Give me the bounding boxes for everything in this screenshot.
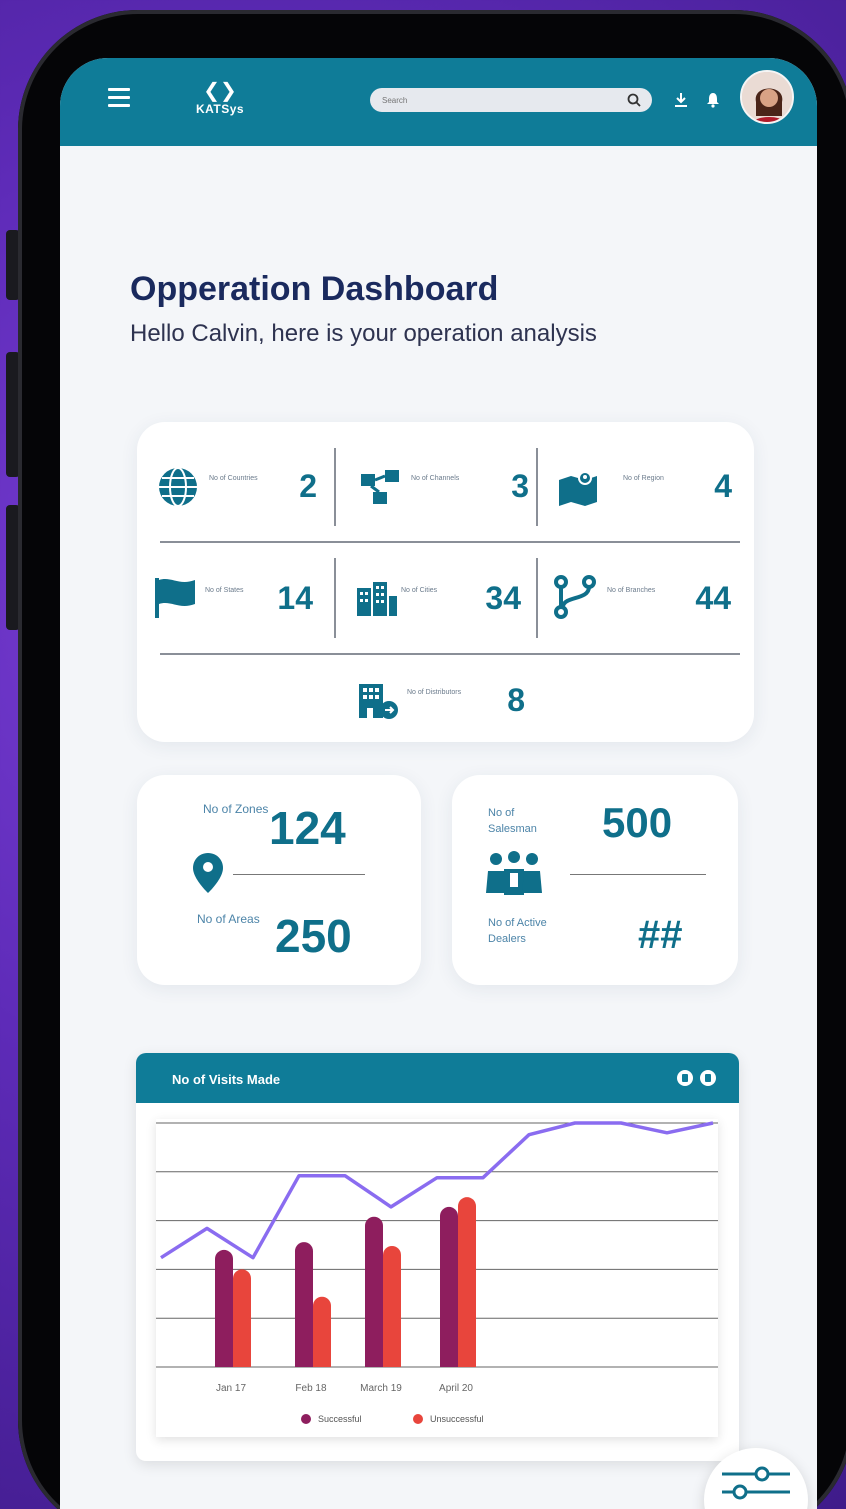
stat-states[interactable]: No of States 14: [153, 564, 343, 634]
page-title: Opperation Dashboard: [130, 270, 499, 308]
stat-region[interactable]: No of Region 4: [557, 452, 742, 522]
legend-marker: [413, 1414, 423, 1424]
legend-label: Unsuccessful: [430, 1414, 484, 1424]
chart-bar: [215, 1249, 233, 1367]
legend-label: Successful: [318, 1414, 362, 1424]
stat-label: No of States: [205, 587, 244, 594]
top-bar: ❮❯ KATSys: [60, 58, 817, 146]
logo-mark-icon: ❮❯: [203, 80, 237, 102]
stat-value: 14: [277, 580, 313, 616]
chart-bar-base: [295, 1357, 313, 1367]
team-icon: [486, 851, 542, 895]
stat-label: No of Distributors: [407, 689, 462, 696]
chart-bar-base: [365, 1357, 383, 1367]
visits-chart: Jan 17 Feb 18 March 19 April 20 Successful Un…: [156, 1121, 718, 1424]
chart-bar: [383, 1245, 401, 1367]
salesman-dealers-card[interactable]: No of Salesman 500 No of Active Dealers …: [452, 775, 738, 985]
chart-header: No of Visits Made: [136, 1053, 739, 1103]
x-tick-label: Jan 17: [216, 1383, 246, 1394]
city-icon: [357, 582, 397, 616]
app-screen: ❮❯ KATSys Opperation Da: [60, 58, 817, 1509]
stat-channels[interactable]: No of Channels 3: [359, 452, 549, 522]
stat-countries[interactable]: No of Countries 2: [157, 452, 347, 522]
zones-label: No of Zones: [203, 802, 269, 816]
chart-bar-base: [313, 1357, 331, 1367]
chart-bar-base: [233, 1357, 251, 1367]
salesman-label: No of Salesman: [488, 807, 537, 835]
chart-title: No of Visits Made: [172, 1072, 281, 1087]
zones-areas-card[interactable]: No of Zones 124 No of Areas 250: [137, 775, 421, 985]
stat-value: 3: [511, 468, 529, 504]
user-avatar[interactable]: [740, 70, 794, 124]
divider: [160, 653, 740, 655]
stat-branches[interactable]: No of Branches 44: [553, 564, 741, 634]
stat-value: 4: [714, 468, 732, 504]
chart-bar-base: [215, 1357, 233, 1367]
overview-stats-card: No of Countries 2 No of Channels 3 No of…: [137, 422, 754, 742]
filter-sliders-icon: [722, 1466, 790, 1500]
search-bar[interactable]: [370, 88, 652, 112]
x-tick-label: April 20: [439, 1383, 473, 1394]
branch-icon: [554, 575, 596, 619]
chart-bar: [313, 1296, 331, 1367]
channels-icon: [361, 470, 399, 504]
menu-icon[interactable]: [108, 88, 130, 108]
flag-icon: [155, 578, 195, 618]
chart-bar: [295, 1242, 313, 1367]
search-icon[interactable]: [626, 92, 642, 108]
stat-cities[interactable]: No of Cities 34: [355, 564, 545, 634]
stat-label: No of Channels: [411, 475, 460, 482]
trend-line: [160, 1121, 714, 1260]
stat-value: 8: [507, 682, 525, 718]
chart-bar: [458, 1197, 476, 1367]
chart-export-icon[interactable]: [677, 1070, 693, 1086]
chart-bar: [440, 1206, 458, 1367]
search-input[interactable]: [382, 88, 622, 112]
globe-icon: [159, 467, 197, 507]
stat-value: 2: [299, 468, 317, 504]
dealers-value: ##: [638, 913, 683, 957]
areas-label: No of Areas: [197, 912, 260, 926]
map-icon: [559, 471, 597, 506]
chart-bar: [233, 1269, 251, 1367]
visits-chart-card: No of Visits Made Jan 17 Feb 18 March 19 Ap…: [136, 1053, 739, 1461]
salesman-value: 500: [602, 799, 673, 846]
logo[interactable]: ❮❯ KATSys: [180, 80, 260, 116]
stat-label: No of Countries: [209, 475, 258, 482]
divider: [570, 874, 706, 875]
notification-bell-icon[interactable]: [704, 90, 722, 110]
location-pin-icon: [193, 853, 223, 893]
chart-area: Jan 17 Feb 18 March 19 April 20 Successful Un…: [156, 1119, 718, 1437]
chart-bar-base: [383, 1357, 401, 1367]
x-tick-label: March 19: [360, 1383, 402, 1394]
stat-label: No of Branches: [607, 587, 656, 594]
stat-label: No of Region: [623, 475, 664, 482]
areas-value: 250: [275, 910, 352, 962]
stat-value: 34: [485, 580, 521, 616]
stat-distributors[interactable]: No of Distributors 8: [357, 666, 537, 736]
download-icon[interactable]: [672, 90, 690, 110]
page-subtitle: Hello Calvin, here is your operation ana…: [130, 320, 597, 347]
divider: [233, 874, 365, 875]
chart-bar-base: [458, 1357, 476, 1367]
stat-value: 44: [695, 580, 731, 616]
chart-bar: [365, 1216, 383, 1367]
stat-label: No of Cities: [401, 587, 438, 594]
logo-text: KATSys: [195, 102, 245, 116]
divider: [160, 541, 740, 543]
dealers-label: No of Active Dealers: [488, 917, 547, 945]
x-tick-label: Feb 18: [295, 1383, 327, 1394]
distributor-icon: [359, 684, 398, 719]
legend-marker: [301, 1414, 311, 1424]
chart-settings-icon[interactable]: [700, 1070, 716, 1086]
chart-bar-base: [440, 1357, 458, 1367]
zones-value: 124: [269, 802, 346, 854]
